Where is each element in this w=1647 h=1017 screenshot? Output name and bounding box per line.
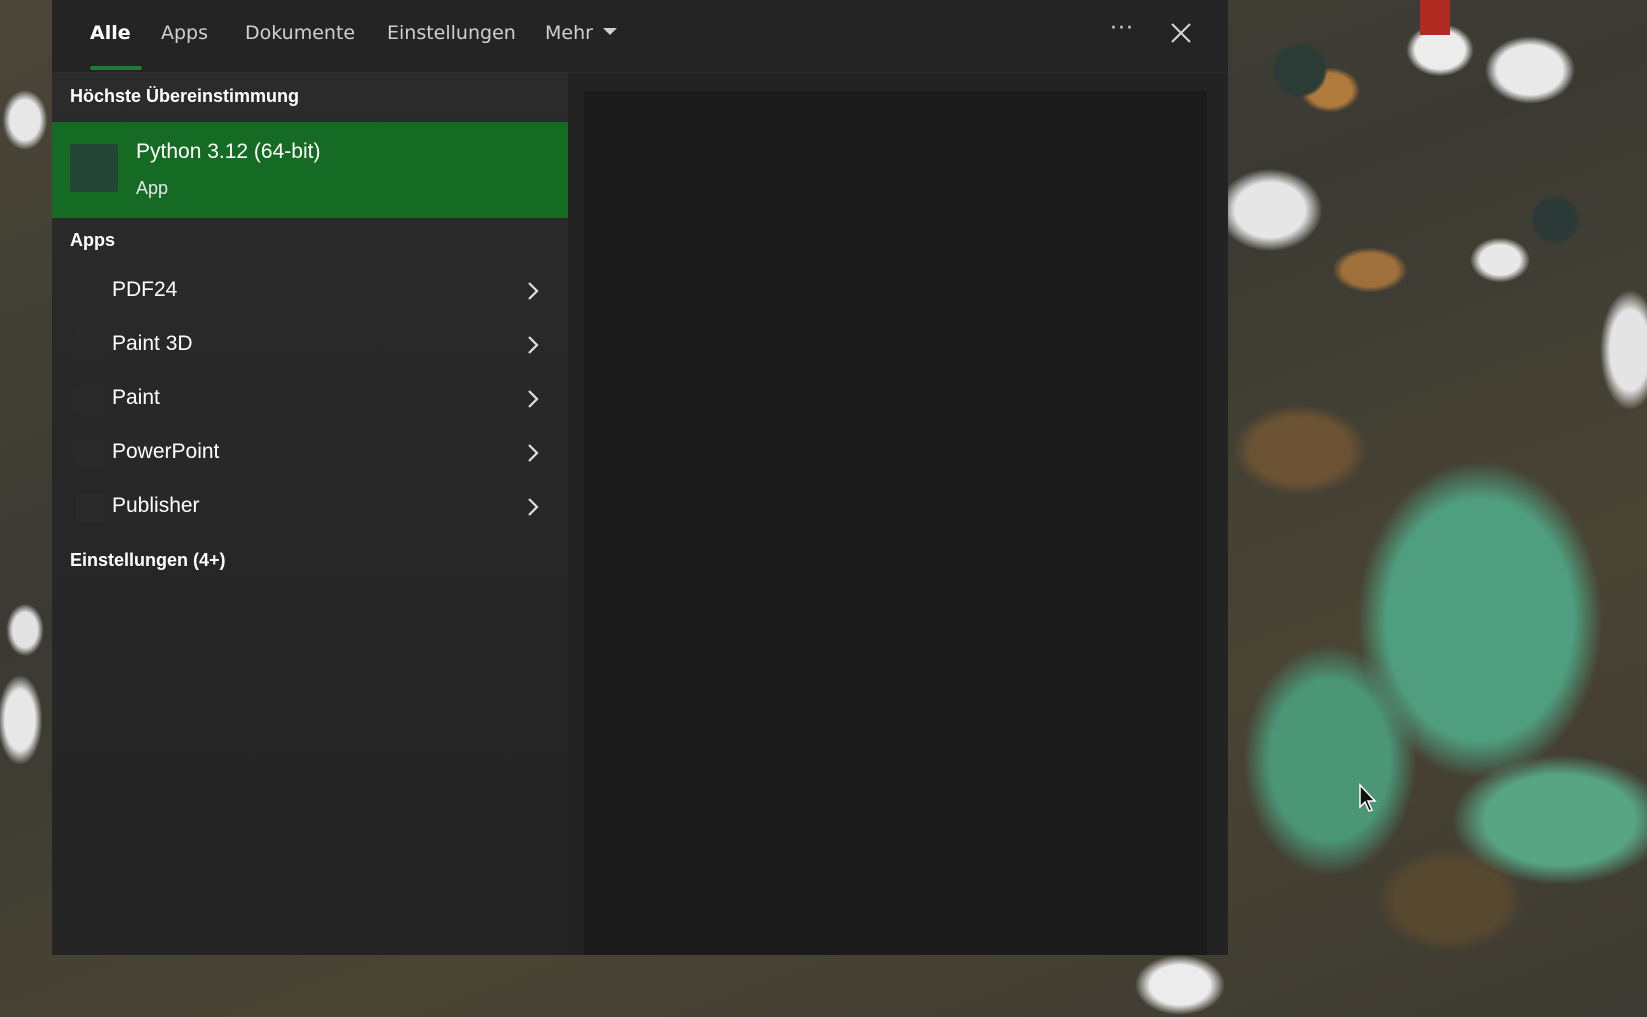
python-app-icon (70, 144, 118, 192)
chevron-right-icon[interactable] (520, 332, 546, 358)
mouse-pointer-icon (1359, 783, 1377, 812)
best-match-type: App (136, 178, 169, 198)
tabs-bar: Alle Apps Dokumente Einstellungen Mehr ·… (52, 0, 1228, 73)
app-result-powerpoint[interactable]: PowerPoint (52, 428, 568, 478)
caret-down-icon (602, 28, 617, 35)
settings-section-header[interactable]: Einstellungen (4+) (70, 550, 226, 571)
chevron-right-icon[interactable] (520, 386, 546, 412)
app-result-pdf24[interactable]: PDF24 (52, 266, 568, 316)
best-match-item[interactable]: Python 3.12 (64-bit) App (52, 122, 568, 218)
wallpaper-detail (1420, 0, 1450, 35)
close-icon (1171, 23, 1191, 43)
search-window: Alle Apps Dokumente Einstellungen Mehr ·… (52, 0, 1228, 955)
app-result-publisher[interactable]: Publisher (52, 482, 568, 532)
app-result-label: Publisher (112, 494, 200, 517)
ellipsis-icon: ··· (1110, 16, 1134, 41)
powerpoint-app-icon (76, 440, 104, 468)
preview-pane (568, 73, 1228, 955)
app-result-label: PDF24 (112, 278, 178, 301)
chevron-right-icon[interactable] (520, 278, 546, 304)
active-tab-indicator (90, 66, 142, 70)
preview-card (584, 91, 1207, 955)
app-result-paint[interactable]: Paint (52, 374, 568, 424)
best-match-header: Höchste Übereinstimmung (70, 86, 300, 106)
paint-app-icon (76, 386, 104, 414)
results-pane: Höchste Übereinstimmung Python 3.12 (64-… (52, 73, 568, 955)
publisher-app-icon (76, 494, 104, 522)
app-result-label: Paint 3D (112, 332, 193, 355)
tab-all[interactable]: Alle (90, 20, 131, 46)
best-match-title: Python 3.12 (64-bit) (136, 140, 321, 163)
pdf24-app-icon (76, 278, 104, 306)
chevron-right-icon[interactable] (520, 494, 546, 520)
paint-3d-app-icon (76, 332, 104, 360)
close-button[interactable] (1162, 17, 1200, 51)
tab-apps[interactable]: Apps (161, 20, 208, 46)
apps-section-header: Apps (70, 230, 115, 250)
app-result-label: PowerPoint (112, 440, 220, 463)
app-result-label: Paint (112, 386, 160, 409)
tab-more-label: Mehr (545, 22, 593, 44)
app-result-paint-3d[interactable]: Paint 3D (52, 320, 568, 370)
chevron-right-icon[interactable] (520, 440, 546, 466)
more-options-button[interactable]: ··· (1102, 17, 1142, 47)
tab-documents[interactable]: Dokumente (245, 20, 355, 46)
tab-settings[interactable]: Einstellungen (387, 20, 516, 46)
tab-more[interactable]: Mehr (545, 20, 617, 46)
